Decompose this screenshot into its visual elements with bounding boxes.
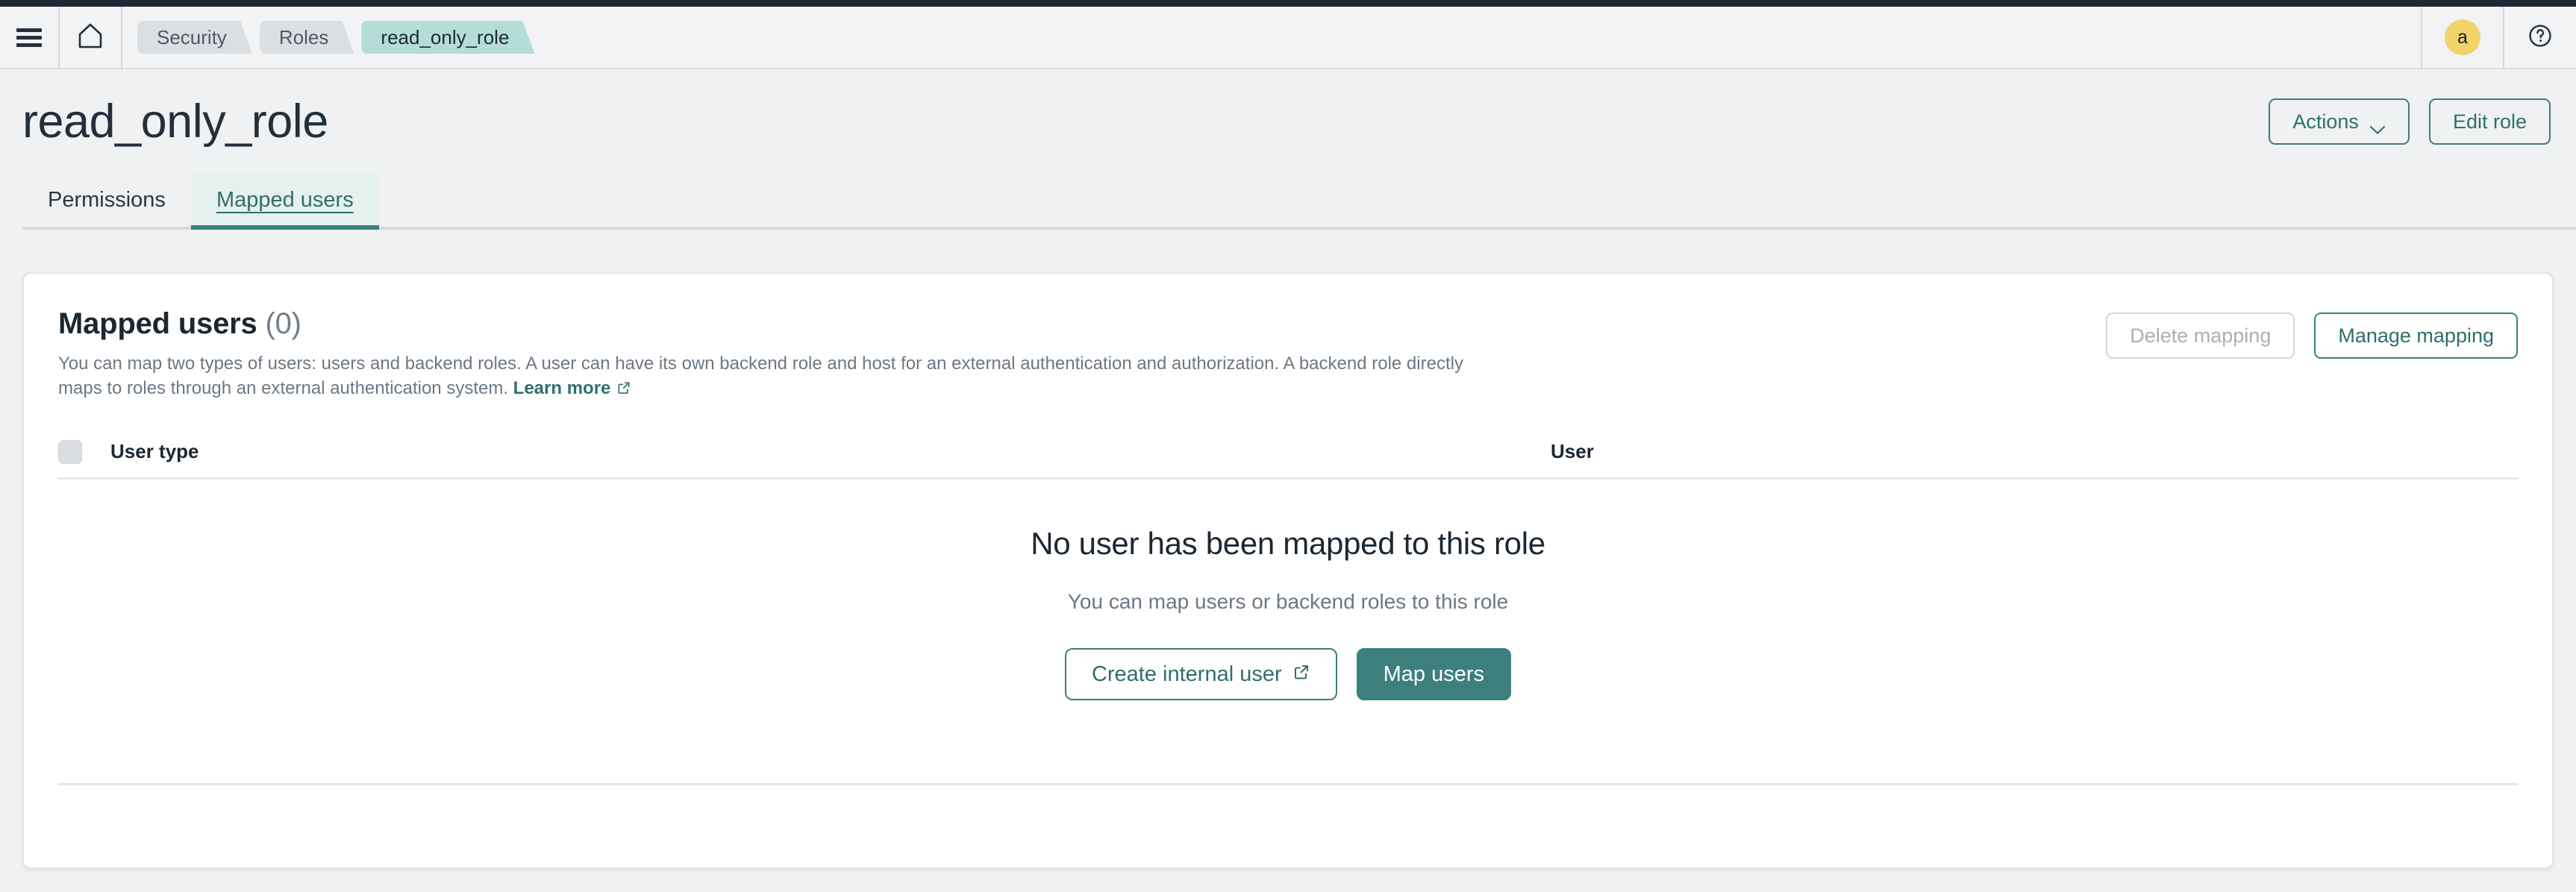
mapped-users-table: User type User No user has been mapped t… — [58, 438, 2518, 700]
mapped-users-panel: Mapped users (0) You can map two types o… — [22, 272, 2554, 869]
edit-role-label: Edit role — [2453, 110, 2527, 134]
page-header: read_only_role Actions Edit role — [0, 88, 2576, 155]
delete-mapping-label: Delete mapping — [2130, 324, 2271, 348]
breadcrumb-item-security[interactable]: Security — [137, 21, 252, 54]
panel-title-text: Mapped users — [58, 307, 257, 340]
actions-label: Actions — [2292, 110, 2359, 134]
panel-header: Mapped users (0) You can map two types o… — [24, 274, 2552, 402]
breadcrumb-item-roles[interactable]: Roles — [260, 21, 354, 54]
breadcrumb-label: Security — [157, 26, 227, 49]
hamburger-icon — [16, 28, 42, 47]
help-button[interactable] — [2504, 7, 2576, 68]
breadcrumb: Security Roles read_only_role — [122, 7, 2421, 68]
create-internal-user-label: Create internal user — [1092, 662, 1282, 687]
top-navigation-right: a — [2421, 7, 2576, 68]
tab-label: Mapped users — [216, 188, 354, 213]
app-root: Security Roles read_only_role a — [0, 0, 2576, 892]
delete-mapping-button[interactable]: Delete mapping — [2106, 312, 2295, 359]
panel-description-text: You can map two types of users: users an… — [58, 354, 1463, 398]
breadcrumb-label: Roles — [279, 26, 328, 49]
empty-state-title: No user has been mapped to this role — [58, 526, 2518, 562]
select-all-cell — [58, 440, 96, 464]
page-title: read_only_role — [22, 98, 328, 145]
external-link-icon — [616, 377, 631, 402]
tab-bar: Permissions Mapped users — [0, 176, 2576, 230]
table-header-row: User type User — [58, 438, 2518, 480]
menu-toggle-button[interactable] — [0, 7, 58, 68]
home-button[interactable] — [60, 7, 121, 68]
breadcrumb-label: read_only_role — [381, 26, 509, 49]
panel-description: You can map two types of users: users an… — [58, 351, 1476, 402]
home-icon — [78, 22, 103, 53]
empty-state: No user has been mapped to this role You… — [58, 480, 2518, 700]
panel-title: Mapped users (0) — [58, 307, 1476, 341]
tab-label: Permissions — [48, 188, 166, 213]
edit-role-button[interactable]: Edit role — [2429, 98, 2551, 145]
actions-dropdown-button[interactable]: Actions — [2269, 98, 2410, 145]
column-header-user-type[interactable]: User type — [96, 440, 1551, 463]
map-users-label: Map users — [1384, 662, 1484, 687]
map-users-button[interactable]: Map users — [1357, 648, 1511, 700]
tab-mapped-users[interactable]: Mapped users — [191, 173, 379, 227]
chevron-down-icon — [2369, 117, 2386, 126]
column-header-user[interactable]: User — [1551, 440, 2518, 463]
learn-more-link[interactable]: Learn more — [513, 378, 611, 398]
select-all-checkbox[interactable] — [58, 440, 82, 464]
breadcrumb-item-current[interactable]: read_only_role — [361, 21, 534, 54]
top-navigation-bar: Security Roles read_only_role a — [0, 7, 2576, 69]
create-internal-user-button[interactable]: Create internal user — [1065, 648, 1337, 700]
avatar: a — [2445, 19, 2480, 55]
mapped-users-count: (0) — [266, 307, 301, 340]
external-link-icon — [1292, 662, 1310, 687]
empty-state-subtitle: You can map users or backend roles to th… — [58, 590, 2518, 614]
help-circle-icon — [2527, 23, 2553, 52]
page-header-actions: Actions Edit role — [2269, 98, 2551, 145]
user-account-button[interactable]: a — [2422, 7, 2503, 68]
manage-mapping-label: Manage mapping — [2338, 324, 2494, 348]
panel-header-actions: Delete mapping Manage mapping — [2106, 307, 2518, 359]
empty-state-actions: Create internal user Map users — [58, 648, 2518, 700]
top-accent-strip — [0, 0, 2576, 7]
manage-mapping-button[interactable]: Manage mapping — [2314, 312, 2518, 359]
tab-permissions[interactable]: Permissions — [22, 173, 191, 227]
panel-header-text: Mapped users (0) You can map two types o… — [58, 307, 1476, 402]
panel-footer-divider — [58, 783, 2518, 785]
